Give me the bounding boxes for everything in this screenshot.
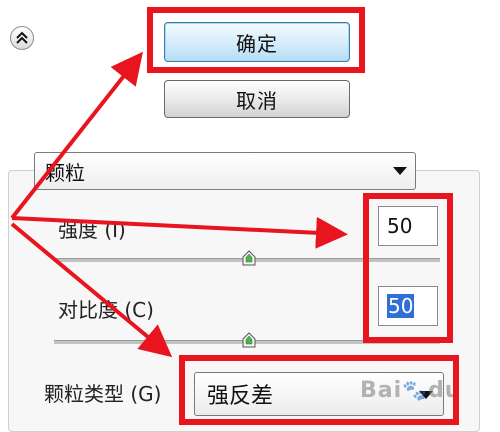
collapse-button[interactable] [10,26,34,50]
strength-value: 50 [387,214,413,238]
chevron-down-icon [393,167,407,175]
strength-input[interactable]: 50 [378,206,438,246]
contrast-value: 50 [387,294,415,318]
filter-type-value: 颗粒 [45,160,85,185]
baidu-watermark: Bai🐾du [360,378,462,403]
grain-type-value: 强反差 [207,384,274,409]
slider-thumb-icon[interactable] [242,250,256,266]
filter-type-dropdown[interactable]: 颗粒 [34,152,416,190]
slider-thumb-icon[interactable] [242,332,256,348]
strength-label: 强度 (I) [58,218,126,242]
grain-type-label: 颗粒类型 (G) [44,382,162,406]
contrast-input[interactable]: 50 [378,286,438,326]
cancel-button[interactable]: 取消 [164,80,350,118]
ok-button[interactable]: 确定 [164,22,350,62]
paw-icon: 🐾 [402,378,429,402]
contrast-label: 对比度 (C) [58,298,154,322]
chevron-double-up-icon [16,31,28,44]
